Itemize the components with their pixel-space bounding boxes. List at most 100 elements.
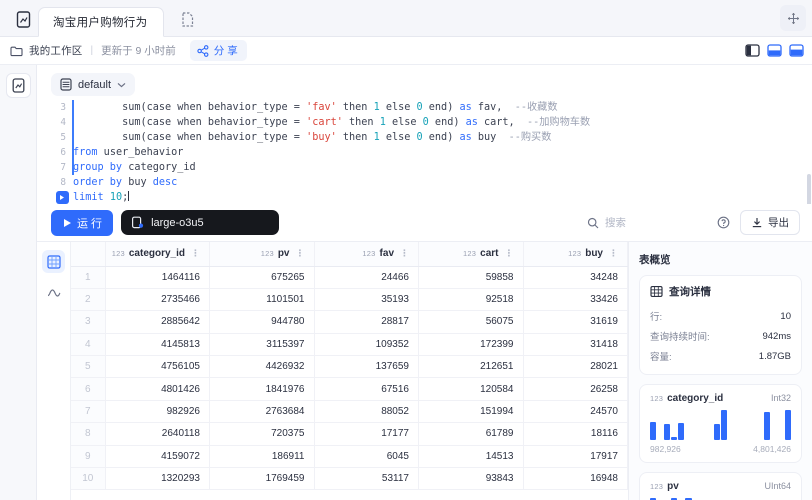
toggle-right-panel-icon[interactable] [789,43,804,58]
column-header-buy[interactable]: 123 buy ⋮ [523,242,628,267]
toggle-bottom-panel-icon[interactable] [767,43,782,58]
table-cell[interactable]: 67516 [314,377,419,401]
editor-scrollbar[interactable] [807,174,811,204]
sql-editor[interactable]: 3 sum(case when behavior_type = 'fav' th… [37,100,812,204]
table-cell[interactable]: 26258 [523,377,628,401]
new-tab-icon[interactable] [174,6,200,32]
table-row[interactable]: 9 4159072 186911 6045 14513 17917 [71,445,628,469]
table-cell[interactable]: 137659 [314,355,419,379]
code-line[interactable]: 6 from user_behavior [51,145,812,160]
code-line[interactable]: 3 sum(case when behavior_type = 'fav' th… [51,100,812,115]
code-line[interactable]: 5 sum(case when behavior_type = 'buy' th… [51,130,812,145]
table-cell[interactable]: 17177 [314,422,419,446]
code-line[interactable]: 8 order by buy desc [51,175,812,190]
table-cell[interactable]: 2640118 [105,422,210,446]
table-cell[interactable]: 720375 [209,422,315,446]
sql-code[interactable]: 3 sum(case when behavior_type = 'fav' th… [51,100,812,204]
breadcrumb-workspace[interactable]: 我的工作区 [29,43,83,58]
table-cell[interactable]: 120584 [418,377,524,401]
table-cell[interactable]: 1320293 [105,467,210,491]
table-cell[interactable]: 34248 [523,266,628,289]
code-line[interactable]: 7 group by category_id [51,160,812,175]
table-cell[interactable]: 4145813 [105,333,210,357]
run-button[interactable]: 运 行 [51,209,114,236]
sidebar-item-document[interactable] [5,73,31,98]
toggle-left-panel-icon[interactable] [745,43,760,58]
table-cell[interactable]: 4426932 [209,355,315,379]
code-line[interactable]: 4 sum(case when behavior_type = 'cart' t… [51,115,812,130]
table-cell[interactable]: 31619 [523,310,628,334]
table-cell[interactable]: 92518 [418,288,524,312]
table-cell[interactable]: 31418 [523,333,628,357]
export-button[interactable]: 导出 [740,210,800,235]
table-cell[interactable]: 1841976 [209,377,315,401]
table-cell[interactable]: 2763684 [209,400,315,424]
editor-tab[interactable]: 淘宝用户购物行为 [38,7,164,37]
table-row[interactable]: 7 982926 2763684 88052 151994 24570 [71,400,628,424]
table-cell[interactable]: 4801426 [105,377,210,401]
column-header-category_id[interactable]: 123 category_id ⋮ [105,242,210,267]
table-cell[interactable]: 172399 [418,333,524,357]
table-row[interactable]: 1 1464116 675265 24466 59858 34248 [71,266,628,289]
table-row[interactable]: 8 2640118 720375 17177 61789 18116 [71,422,628,446]
table-cell[interactable]: 59858 [418,266,524,289]
view-chart-button[interactable] [42,281,65,304]
table-cell[interactable]: 1101501 [209,288,315,312]
table-cell[interactable]: 109352 [314,333,419,357]
share-button[interactable]: 分 享 [189,40,247,61]
table-cell[interactable]: 1769459 [209,467,315,491]
table-cell[interactable]: 53117 [314,467,419,491]
code-line[interactable]: limit 10; [51,190,812,204]
table-cell[interactable]: 944780 [209,310,315,334]
table-cell[interactable]: 3115397 [209,333,315,357]
table-cell[interactable]: 2885642 [105,310,210,334]
table-row[interactable]: 4 4145813 3115397 109352 172399 31418 [71,333,628,357]
table-cell[interactable]: 16948 [523,467,628,491]
table-cell[interactable]: 186911 [209,445,315,469]
column-menu-icon[interactable]: ⋮ [191,248,200,259]
column-menu-icon[interactable]: ⋮ [505,248,514,259]
table-cell[interactable]: 24570 [523,400,628,424]
column-menu-icon[interactable]: ⋮ [296,248,305,259]
column-menu-icon[interactable]: ⋮ [609,248,618,259]
table-cell[interactable]: 18116 [523,422,628,446]
table-cell[interactable]: 61789 [418,422,524,446]
search-input[interactable] [605,216,697,229]
view-grid-button[interactable] [42,250,65,273]
table-cell[interactable]: 14513 [418,445,524,469]
table-cell[interactable]: 35193 [314,288,419,312]
table-row[interactable]: 2 2735466 1101501 35193 92518 33426 [71,288,628,312]
table-cell[interactable]: 1464116 [105,266,210,289]
help-circle-icon[interactable] [717,216,730,229]
table-row[interactable]: 10 1320293 1769459 53117 93843 16948 [71,467,628,491]
database-selector[interactable]: default [51,73,136,96]
table-cell[interactable]: 56075 [418,310,524,334]
table-cell[interactable]: 4159072 [105,445,210,469]
table-cell[interactable]: 24466 [314,266,419,289]
table-cell[interactable]: 28021 [523,355,628,379]
table-cell[interactable]: 33426 [523,288,628,312]
run-line-button[interactable] [51,191,73,204]
column-menu-icon[interactable]: ⋮ [400,248,409,259]
move-handle-icon[interactable] [780,5,806,31]
model-selector[interactable]: large-o3u5 [121,210,280,235]
table-row[interactable]: 3 2885642 944780 28817 56075 31619 [71,310,628,334]
column-header-cart[interactable]: 123 cart ⋮ [418,242,524,267]
table-cell[interactable]: 151994 [418,400,524,424]
table-cell[interactable]: 93843 [418,467,524,491]
table-cell[interactable]: 212651 [418,355,524,379]
table-cell[interactable]: 2735466 [105,288,210,312]
table-cell[interactable]: 88052 [314,400,419,424]
table-cell[interactable]: 982926 [105,400,210,424]
column-header-fav[interactable]: 123 fav ⋮ [314,242,419,267]
search-box[interactable] [587,216,707,229]
table-cell[interactable]: 17917 [523,445,628,469]
table-cell[interactable]: 28817 [314,310,419,334]
table-row[interactable]: 6 4801426 1841976 67516 120584 26258 [71,377,628,401]
table-cell[interactable]: 4756105 [105,355,210,379]
column-header-pv[interactable]: 123 pv ⋮ [209,242,315,267]
table-cell[interactable]: 6045 [314,445,419,469]
table-row[interactable]: 5 4756105 4426932 137659 212651 28021 [71,355,628,379]
table-cell[interactable]: 675265 [209,266,315,289]
result-grid[interactable]: 123 category_id ⋮ 123 pv ⋮ 123 fav ⋮ 123 cart ⋮ 123 b… [71,242,628,500]
